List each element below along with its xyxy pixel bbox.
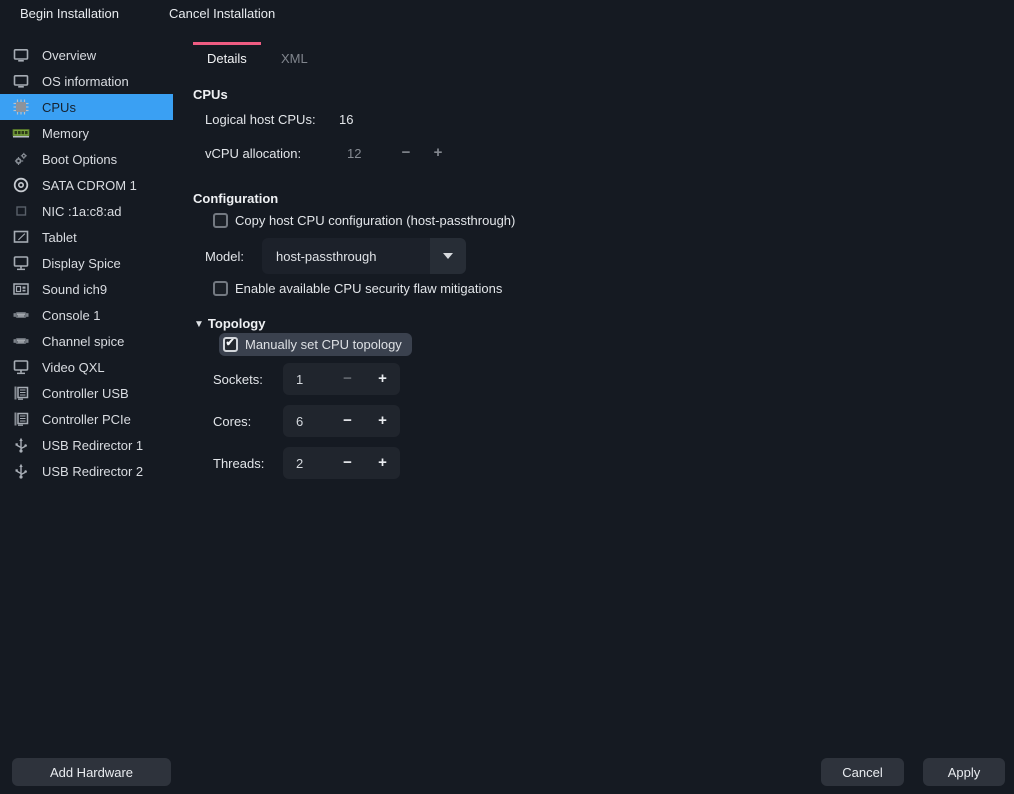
- sidebar-item-label: Tablet: [42, 230, 77, 245]
- sidebar-item-controller-usb[interactable]: Controller USB: [0, 380, 173, 406]
- expander-arrow-icon: ▼: [194, 319, 204, 330]
- manual-topology-checkbox[interactable]: ✔: [223, 337, 238, 352]
- sidebar-item-label: Controller USB: [42, 386, 129, 401]
- sidebar-item-os-information[interactable]: OS information: [0, 68, 173, 94]
- cpu-icon: [12, 98, 30, 116]
- tab-details[interactable]: Details: [193, 42, 261, 82]
- sidebar-item-label: SATA CDROM 1: [42, 178, 137, 193]
- display-icon: [12, 254, 30, 272]
- security-mitigations-checkbox[interactable]: [213, 281, 228, 296]
- cpus-section-title: CPUs: [193, 87, 228, 102]
- decrement-button[interactable]: −: [330, 447, 365, 479]
- tab-xml[interactable]: XML: [267, 42, 322, 82]
- tablet-icon: [12, 228, 30, 246]
- usb-icon: [12, 436, 30, 454]
- apply-button[interactable]: Apply: [923, 758, 1005, 786]
- sidebar-item-label: OS information: [42, 74, 129, 89]
- sidebar-item-sata-cdrom-1[interactable]: SATA CDROM 1: [0, 172, 173, 198]
- increment-button[interactable]: +: [365, 405, 400, 437]
- security-mitigations-label: Enable available CPU security flaw mitig…: [235, 281, 502, 296]
- manual-topology-row: ✔ Manually set CPU topology: [219, 333, 412, 356]
- monitor-icon: [12, 72, 30, 90]
- sockets-spinbutton: 1−+: [283, 363, 400, 395]
- cpu-model-dropdown-button[interactable]: [430, 238, 466, 274]
- sidebar-item-label: Channel spice: [42, 334, 124, 349]
- topology-expander[interactable]: ▼ Topology: [194, 316, 265, 331]
- monitor-icon: [12, 46, 30, 64]
- sidebar-item-sound-ich9[interactable]: Sound ich9: [0, 276, 173, 302]
- sidebar-item-channel-spice[interactable]: Channel spice: [0, 328, 173, 354]
- cores-label: Cores:: [213, 414, 251, 429]
- disc-icon: [12, 176, 30, 194]
- vcpu-decrement-button[interactable]: −: [392, 142, 420, 164]
- memory-icon: [12, 124, 30, 142]
- threads-spinbutton: 2−+: [283, 447, 400, 479]
- sidebar-item-label: Display Spice: [42, 256, 121, 271]
- spin-value[interactable]: 1: [283, 372, 330, 387]
- cancel-installation-button[interactable]: Cancel Installation: [163, 0, 281, 28]
- add-hardware-button[interactable]: Add Hardware: [12, 758, 171, 786]
- cancel-button[interactable]: Cancel: [821, 758, 904, 786]
- spin-value[interactable]: 6: [283, 414, 330, 429]
- vcpu-allocation-label: vCPU allocation:: [205, 146, 301, 161]
- cpu-model-combobox: host-passthrough: [262, 238, 466, 274]
- sidebar-item-label: Memory: [42, 126, 89, 141]
- decrement-button[interactable]: −: [330, 405, 365, 437]
- threads-label: Threads:: [213, 456, 264, 471]
- sidebar-item-label: Console 1: [42, 308, 101, 323]
- pci-card-icon: [12, 410, 30, 428]
- sidebar-item-boot-options[interactable]: Boot Options: [0, 146, 173, 172]
- usb-icon: [12, 462, 30, 480]
- sidebar-item-video-qxl[interactable]: Video QXL: [0, 354, 173, 380]
- display-icon: [12, 358, 30, 376]
- sockets-label: Sockets:: [213, 372, 263, 387]
- sidebar-item-controller-pcie[interactable]: Controller PCIe: [0, 406, 173, 432]
- increment-button[interactable]: +: [365, 447, 400, 479]
- sidebar-item-cpus[interactable]: CPUs: [0, 94, 173, 120]
- begin-installation-button[interactable]: Begin Installation: [14, 0, 125, 28]
- copy-host-cpu-checkbox[interactable]: [213, 213, 228, 228]
- sidebar-item-label: NIC :1a:c8:ad: [42, 204, 122, 219]
- decrement-button[interactable]: −: [330, 363, 365, 395]
- sidebar-item-usb-redirector-2[interactable]: USB Redirector 2: [0, 458, 173, 484]
- sidebar-item-tablet[interactable]: Tablet: [0, 224, 173, 250]
- cores-spinbutton: 6−+: [283, 405, 400, 437]
- sidebar-item-console-1[interactable]: Console 1: [0, 302, 173, 328]
- nic-icon: [12, 202, 30, 220]
- vcpu-increment-button[interactable]: +: [424, 142, 452, 164]
- model-label: Model:: [205, 249, 244, 264]
- configuration-section-title: Configuration: [193, 191, 278, 206]
- pci-card-icon: [12, 384, 30, 402]
- chevron-down-icon: [443, 253, 453, 259]
- serial-icon: [12, 332, 30, 350]
- sidebar-item-label: USB Redirector 1: [42, 438, 143, 453]
- sidebar-item-usb-redirector-1[interactable]: USB Redirector 1: [0, 432, 173, 458]
- increment-button[interactable]: +: [365, 363, 400, 395]
- logical-host-cpus-label: Logical host CPUs:: [205, 112, 316, 127]
- sidebar-item-label: Sound ich9: [42, 282, 107, 297]
- copy-host-cpu-label: Copy host CPU configuration (host-passth…: [235, 213, 515, 228]
- sidebar-item-label: USB Redirector 2: [42, 464, 143, 479]
- sidebar-item-label: Overview: [42, 48, 96, 63]
- sidebar-item-nic-1a-c8-ad[interactable]: NIC :1a:c8:ad: [0, 198, 173, 224]
- sidebar-item-display-spice[interactable]: Display Spice: [0, 250, 173, 276]
- sidebar-item-label: Video QXL: [42, 360, 105, 375]
- checkmark-icon: ✔: [225, 337, 237, 348]
- virt-manager-window: { "toolbar": { "begin_label": "Begin Ins…: [0, 0, 1014, 794]
- serial-icon: [12, 306, 30, 324]
- gear-icon: [12, 150, 30, 168]
- cpu-model-entry[interactable]: host-passthrough: [262, 238, 430, 274]
- manual-topology-label: Manually set CPU topology: [245, 337, 402, 352]
- sidebar-item-overview[interactable]: Overview: [0, 42, 173, 68]
- sidebar-item-label: CPUs: [42, 100, 76, 115]
- soundcard-icon: [12, 280, 30, 298]
- vcpu-allocation-value: 12: [347, 146, 361, 161]
- sidebar-item-label: Boot Options: [42, 152, 117, 167]
- sidebar-item-memory[interactable]: Memory: [0, 120, 173, 146]
- spin-value[interactable]: 2: [283, 456, 330, 471]
- sidebar-item-label: Controller PCIe: [42, 412, 131, 427]
- topology-section-title: Topology: [208, 316, 266, 331]
- logical-host-cpus-value: 16: [339, 112, 353, 127]
